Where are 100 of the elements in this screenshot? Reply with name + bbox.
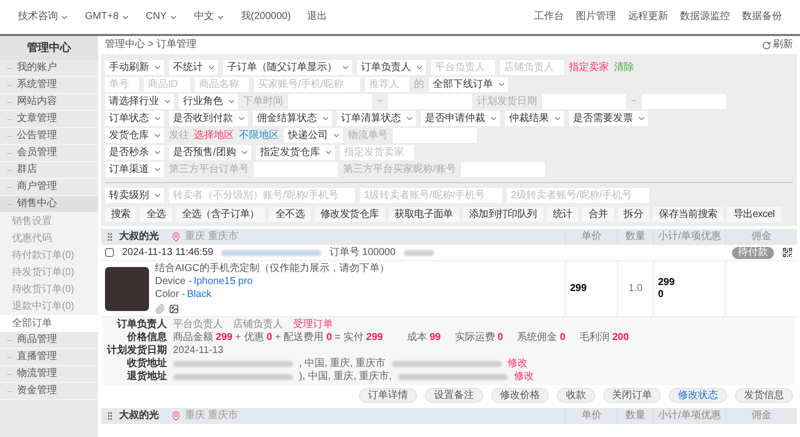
- order-action-button[interactable]: 收款: [557, 388, 595, 403]
- dropdown-select[interactable]: 订单状态: [105, 111, 164, 126]
- dropdown-select[interactable]: 是否收到付款: [169, 111, 248, 126]
- action-button[interactable]: 合并: [582, 207, 614, 222]
- action-button[interactable]: 全不选: [269, 207, 311, 222]
- chevron-down-icon: [405, 114, 414, 123]
- top-link[interactable]: 工作台: [534, 11, 564, 23]
- order-date: 2024-11-13 11:46:59: [122, 246, 214, 258]
- dropdown-select[interactable]: 是否需要发票: [569, 111, 648, 126]
- subtotal: 299: [658, 276, 676, 288]
- sidebar-item[interactable]: 直播管理: [0, 349, 98, 366]
- photo-placeholder: [105, 267, 149, 311]
- sidebar-subitem[interactable]: 全部订单: [0, 315, 98, 332]
- filter-label: ~: [630, 96, 637, 108]
- refresh-button[interactable]: 刷新: [762, 39, 793, 51]
- order-action-button[interactable]: 修改状态: [669, 388, 727, 403]
- top-link[interactable]: 远程更新: [628, 11, 668, 23]
- order-action-button[interactable]: 设置备注: [425, 388, 483, 403]
- top-menu[interactable]: 我(200000): [240, 11, 291, 23]
- action-button[interactable]: 统计: [546, 207, 578, 222]
- top-menu[interactable]: GMT+8: [85, 11, 130, 23]
- top-menu[interactable]: CNY: [146, 11, 178, 23]
- dropdown-select[interactable]: 转卖级别: [105, 188, 164, 203]
- dropdown-select[interactable]: 是否申请仲裁: [421, 111, 500, 126]
- input-field[interactable]: 转卖者（不分级别）账号/昵称/手机号: [169, 188, 355, 203]
- sidebar-item[interactable]: 群店: [0, 162, 98, 179]
- action-button[interactable]: 修改发货仓库: [314, 207, 385, 222]
- dropdown-select[interactable]: 行业角色: [179, 94, 238, 109]
- dropdown-select[interactable]: 是否秒杀: [105, 145, 164, 160]
- order-checkbox[interactable]: [105, 248, 114, 257]
- input-field[interactable]: 指定发货卖家: [340, 145, 414, 160]
- dropdown-select[interactable]: 指定发货仓库: [256, 145, 335, 160]
- action-button[interactable]: 全选（含子订单）: [176, 207, 266, 222]
- input-field[interactable]: 商品名称: [195, 77, 249, 92]
- blurred-text: [404, 250, 434, 256]
- price-extra: 实际运费 0: [454, 332, 504, 344]
- filter-label: 第三方平台订单号: [169, 164, 249, 176]
- product-title: 结合AIGC的手机壳定制（仅作能力展示，请勿下单）: [155, 263, 390, 275]
- dropdown-select[interactable]: 子订单（随父订单显示）: [223, 60, 352, 75]
- top-link[interactable]: 图片管理: [576, 11, 616, 23]
- chevron-down-icon: [415, 63, 424, 72]
- sidebar-item[interactable]: 资金管理: [0, 383, 98, 400]
- input-field[interactable]: 平台负责人: [431, 60, 495, 75]
- sidebar-item[interactable]: 网站内容: [0, 94, 98, 111]
- dropdown-select[interactable]: 是否预售/团购: [169, 145, 251, 160]
- order-action-button[interactable]: 关闭订单: [603, 388, 661, 403]
- paperclip-icon[interactable]: [155, 304, 165, 314]
- sidebar-item[interactable]: 商品管理: [0, 332, 98, 349]
- dropdown-select[interactable]: 全部下线订单: [429, 77, 508, 92]
- sidebar-item[interactable]: 公告管理: [0, 128, 98, 145]
- top-menu[interactable]: 退出: [306, 11, 327, 23]
- dropdown-select[interactable]: 请选择行业: [105, 94, 174, 109]
- image-icon[interactable]: [169, 304, 179, 314]
- item-discount: 0: [658, 288, 665, 300]
- dropdown-select[interactable]: 不统计: [169, 60, 218, 75]
- sidebar-item[interactable]: 文章管理: [0, 111, 98, 128]
- dropdown-select[interactable]: 快递公司: [284, 128, 343, 143]
- action-button[interactable]: 搜索: [105, 207, 136, 222]
- dropdown-select[interactable]: 仲裁结果: [505, 111, 564, 126]
- dropdown-select[interactable]: 发货仓库: [105, 128, 164, 143]
- unit-price: 299: [570, 282, 587, 294]
- top-menu[interactable]: 技术咨询: [18, 11, 69, 23]
- dropdown-select[interactable]: 订单渠道: [105, 162, 164, 177]
- input-field[interactable]: 买家账号/手机/昵称: [254, 77, 360, 92]
- action-button[interactable]: 添加到打印队列: [462, 207, 543, 222]
- map-pin-icon: [171, 411, 181, 421]
- sidebar-item[interactable]: 物流管理: [0, 366, 98, 383]
- chevron-down-icon: [207, 63, 216, 72]
- dropdown-select[interactable]: 订单负责人: [357, 60, 426, 75]
- input-field[interactable]: 1级转卖者账号/昵称/手机号: [360, 188, 502, 203]
- input-field[interactable]: 2级转卖者账号/昵称/手机号: [507, 188, 649, 203]
- shop-name: 大叔的光: [119, 410, 159, 422]
- input-field[interactable]: 推荐人: [365, 77, 409, 92]
- order-action-button[interactable]: 发货信息: [735, 388, 793, 403]
- top-link[interactable]: 数据备份: [742, 11, 782, 23]
- top-menu[interactable]: 中文: [194, 11, 225, 23]
- sidebar-item[interactable]: 我的账户: [0, 60, 98, 77]
- dropdown-select[interactable]: 佣金结算状态: [253, 111, 332, 126]
- sidebar-item[interactable]: 会员管理: [0, 145, 98, 162]
- filter-label: 发往: [169, 130, 189, 142]
- dropdown-select[interactable]: 手动刷新: [105, 60, 164, 75]
- top-link[interactable]: 数据源监控: [680, 11, 730, 23]
- dropdown-select[interactable]: 订单清算状态: [337, 111, 416, 126]
- filter-label: 物流单号: [348, 130, 388, 142]
- option-value[interactable]: Iphone15 pro: [194, 276, 253, 288]
- order-action-button[interactable]: 订单详情: [359, 388, 417, 403]
- action-button[interactable]: 导出excel: [727, 207, 781, 222]
- action-button[interactable]: 拆分: [618, 207, 650, 222]
- action-button[interactable]: 全选: [140, 207, 172, 222]
- option-value[interactable]: Black: [187, 289, 212, 301]
- action-button[interactable]: 保存当前搜索: [653, 207, 724, 222]
- qr-code-icon[interactable]: [782, 247, 793, 258]
- order-action-button[interactable]: 修改价格: [491, 388, 549, 403]
- input-field[interactable]: 店铺负责人: [500, 60, 564, 75]
- action-button[interactable]: 获取电子面单: [388, 207, 459, 222]
- shop-location: 重庆 重庆市: [185, 410, 238, 422]
- sidebar-item[interactable]: 系统管理: [0, 77, 98, 94]
- input-field[interactable]: 商品ID: [144, 77, 190, 92]
- input-field[interactable]: 单号: [105, 77, 139, 92]
- filter-label: 的: [414, 78, 424, 90]
